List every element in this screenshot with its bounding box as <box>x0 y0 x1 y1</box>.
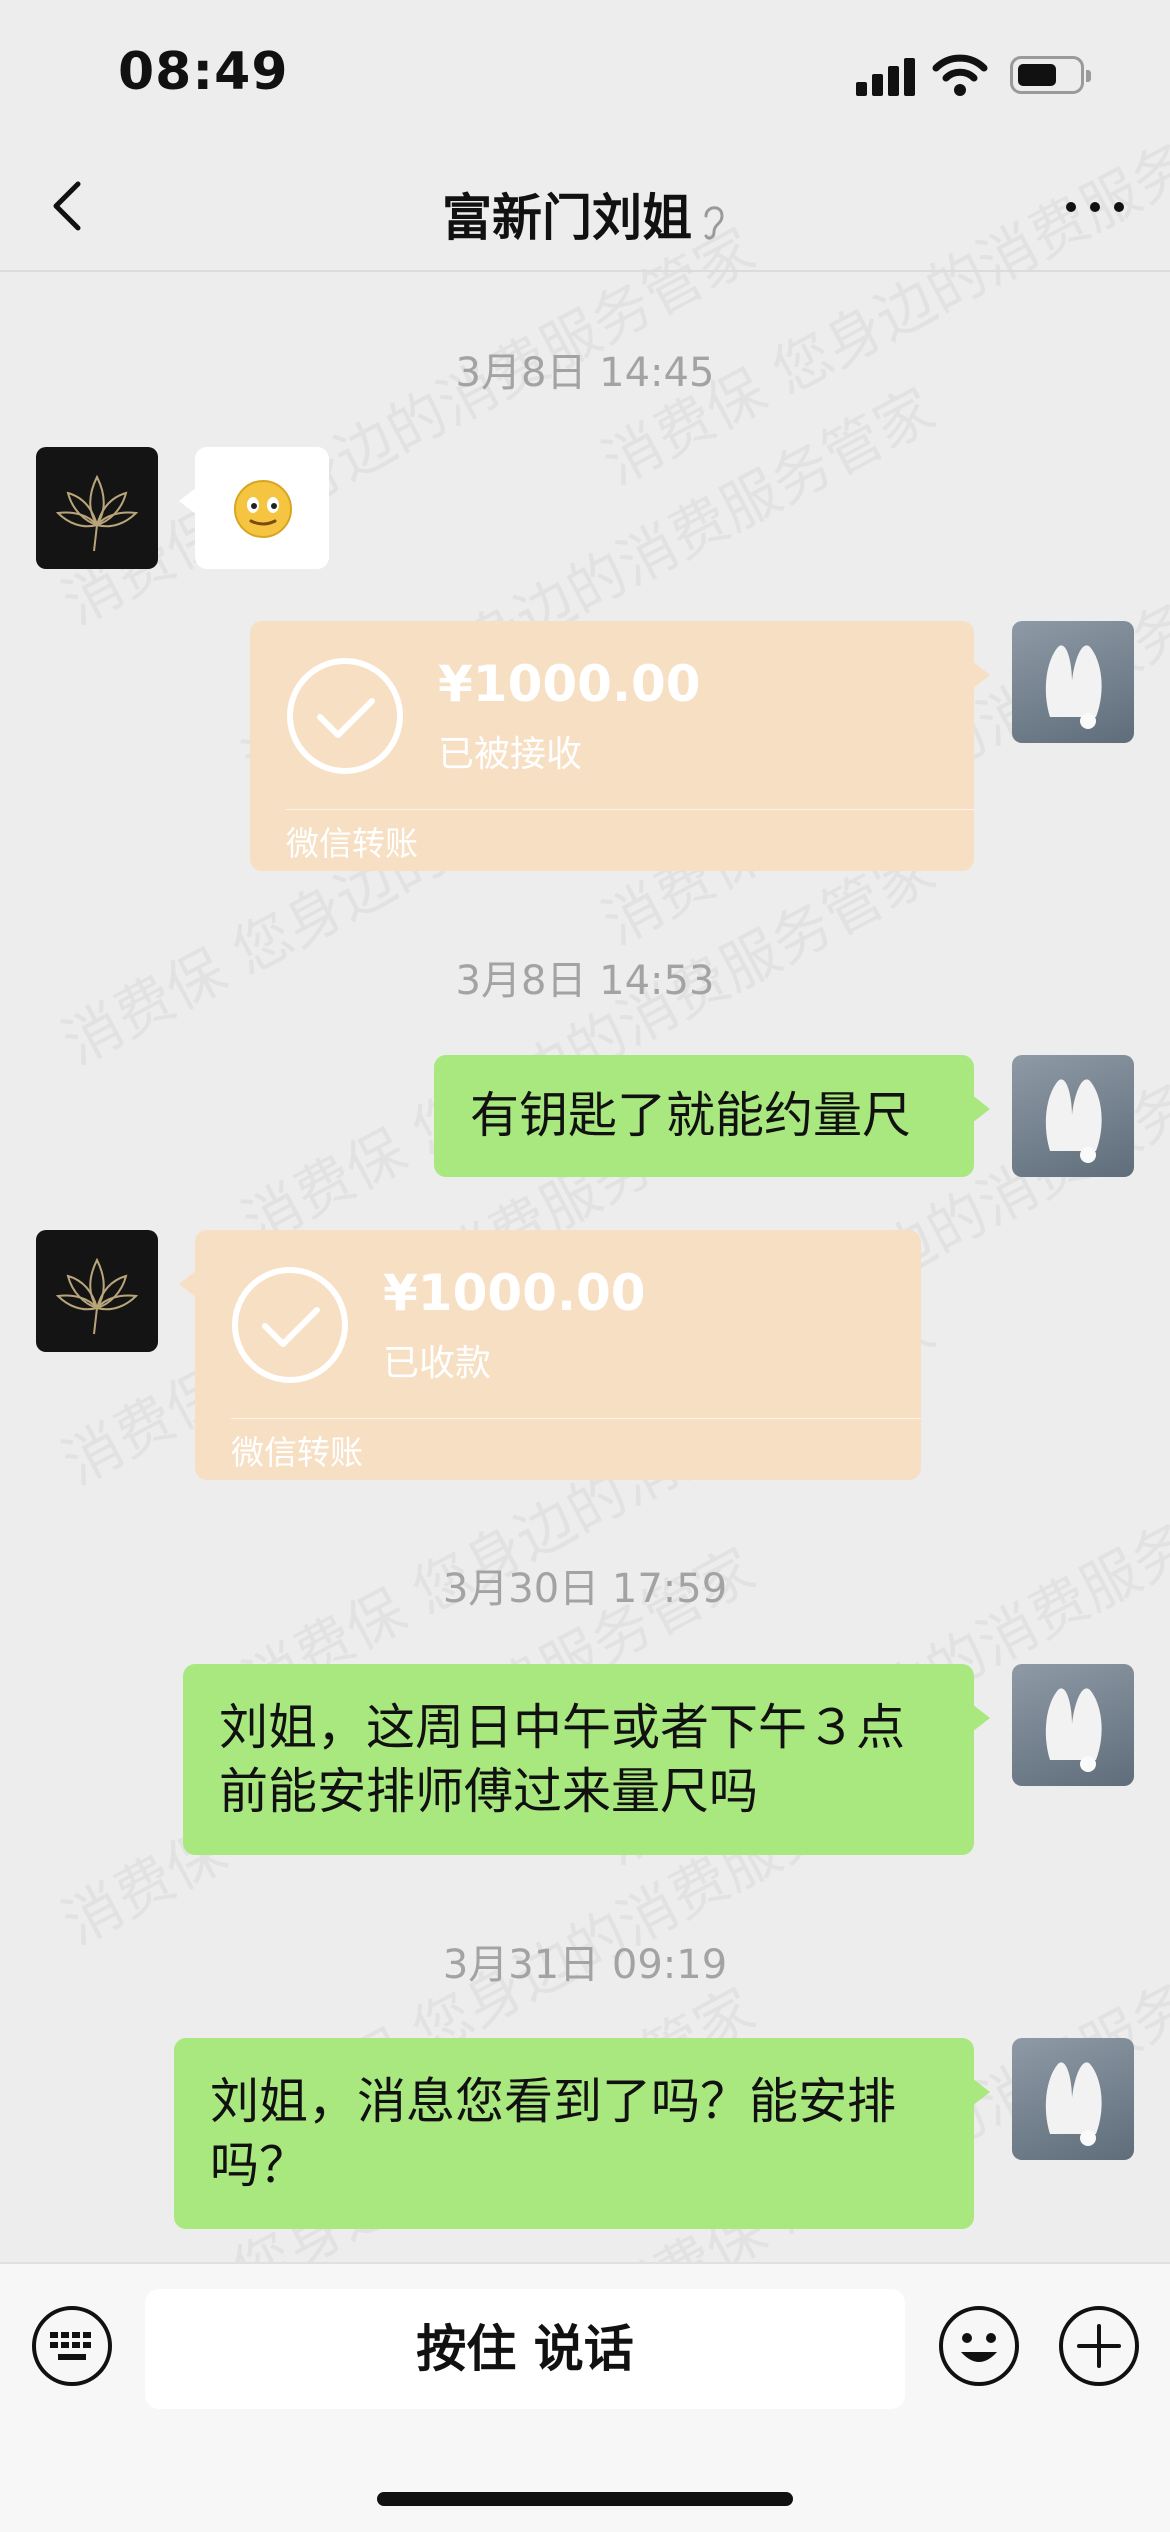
check-circle-icon <box>287 658 403 774</box>
sent-message[interactable]: 有钥匙了就能约量尺 <box>434 1055 990 1177</box>
sent-message[interactable]: 刘姐，这周日中午或者下午３点 前能安排师傅过来量尺吗 <box>183 1664 990 1855</box>
status-time: 08:49 <box>118 42 289 102</box>
my-avatar[interactable] <box>1012 1664 1134 1786</box>
transfer-divider <box>231 1418 921 1419</box>
timestamp: 3月30日 17:59 <box>442 1566 728 1612</box>
input-bar: 按住 说话 <box>0 2262 1170 2532</box>
watermark-text: 消费保 您身边的消费服务管家 <box>231 835 946 1258</box>
emoji-icon[interactable] <box>937 2304 1021 2388</box>
battery-icon <box>1010 56 1091 94</box>
my-avatar[interactable] <box>1012 2038 1134 2160</box>
contact-avatar[interactable] <box>36 1230 158 1352</box>
bunny-figure-icon <box>1045 2062 1102 2146</box>
sent-message[interactable]: 刘姐，消息您看到了吗？能安排 吗？ <box>174 2038 990 2229</box>
wifi-icon <box>932 54 988 96</box>
check-circle-icon <box>232 1267 348 1383</box>
transfer-amount: ¥1000.00 <box>438 655 701 713</box>
chat-title: 富新门刘姐 <box>442 189 692 247</box>
my-avatar[interactable] <box>1012 1055 1134 1177</box>
lotus-icon <box>55 1257 139 1335</box>
message-text-line: 刘姐，这周日中午或者下午３点 <box>219 1699 906 1756</box>
keyboard-icon[interactable] <box>30 2304 114 2388</box>
status-bar: 08:49 <box>0 0 1170 150</box>
bunny-figure-icon <box>1045 1079 1102 1163</box>
transfer-card[interactable]: ¥1000.00 已被接收 微信转账 <box>250 621 990 871</box>
message-text-line: 前能安排师傅过来量尺吗 <box>219 1763 759 1820</box>
more-options-icon[interactable] <box>1060 190 1130 220</box>
transfer-label: 微信转账 <box>231 1433 363 1472</box>
lotus-icon <box>55 474 139 552</box>
transfer-status: 已收款 <box>383 1343 492 1384</box>
message-text-line: 刘姐，消息您看到了吗？能安排 <box>210 2073 897 2130</box>
chat-title-wrap: 富新门刘姐 <box>0 178 1170 250</box>
timestamp: 3月8日 14:53 <box>455 958 715 1004</box>
transfer-divider <box>286 809 974 810</box>
chat-header: 富新门刘姐 <box>0 150 1170 272</box>
home-indicator <box>377 2492 793 2506</box>
timestamp: 3月8日 14:45 <box>455 350 715 396</box>
message-text-line: 吗？ <box>210 2137 309 2194</box>
add-icon[interactable] <box>1057 2304 1141 2388</box>
my-avatar[interactable] <box>1012 621 1134 743</box>
transfer-status: 已被接收 <box>438 734 583 775</box>
hold-to-talk-button[interactable]: 按住 说话 <box>145 2289 905 2409</box>
ear-icon <box>704 205 724 240</box>
transfer-label: 微信转账 <box>286 824 418 863</box>
message-text: 有钥匙了就能约量尺 <box>470 1087 912 1144</box>
cellular-signal-icon <box>856 56 916 96</box>
smiley-emoji-icon <box>234 480 292 538</box>
timestamp: 3月31日 09:19 <box>442 1942 728 1988</box>
bunny-figure-icon <box>1045 645 1102 729</box>
transfer-card[interactable]: ¥1000.00 已收款 微信转账 <box>179 1230 921 1480</box>
emoji-message[interactable] <box>179 447 329 569</box>
transfer-amount: ¥1000.00 <box>383 1264 646 1322</box>
bunny-figure-icon <box>1045 1688 1102 1772</box>
contact-avatar[interactable] <box>36 447 158 569</box>
